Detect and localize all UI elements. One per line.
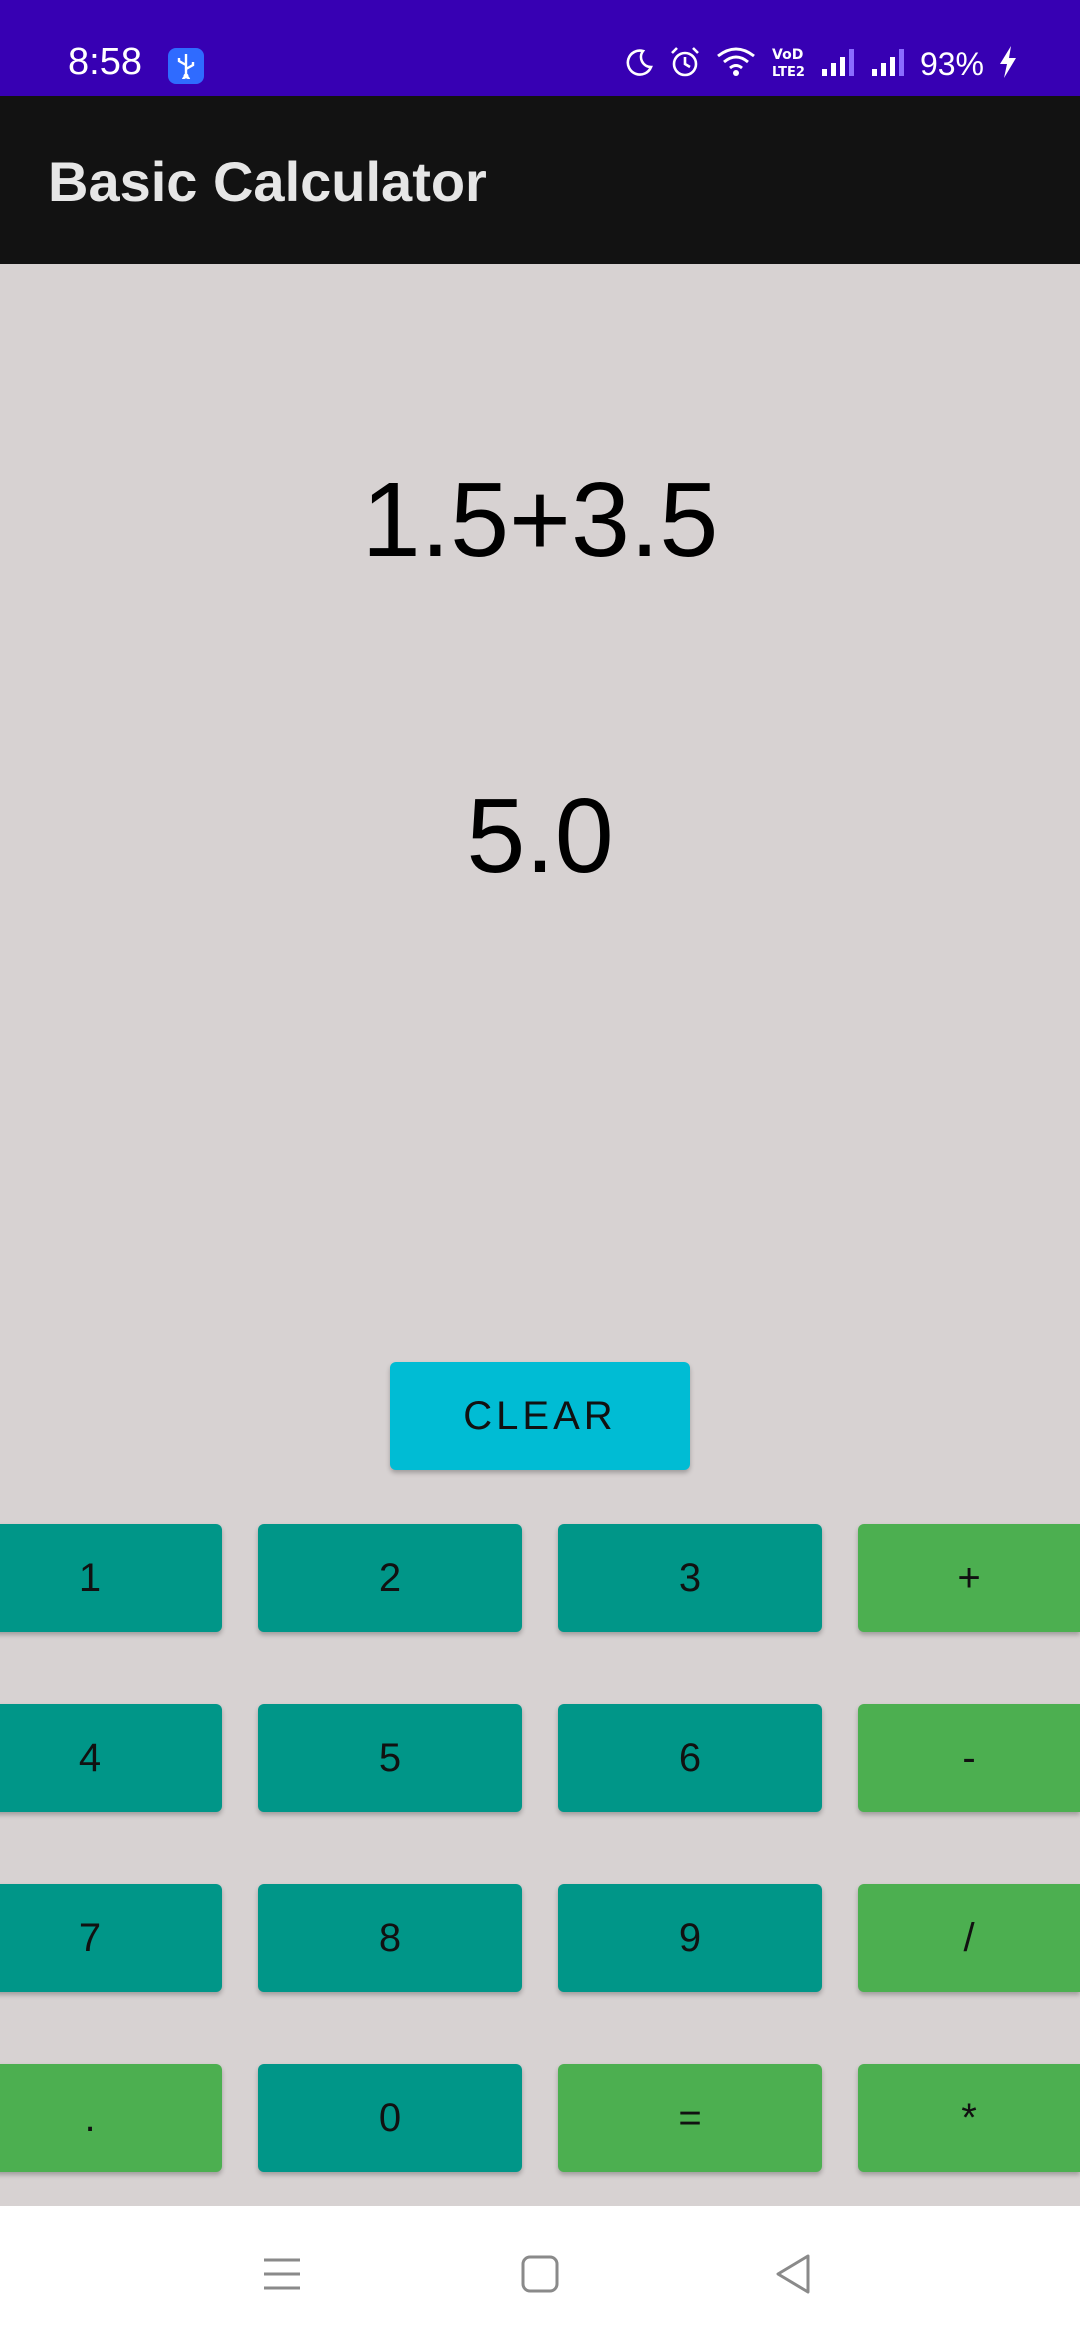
signal-icon — [820, 47, 856, 81]
bolt-icon — [998, 45, 1018, 83]
navigation-bar — [0, 2206, 1080, 2340]
status-bar: 8:58 VoD LTE2 93% — [0, 0, 1080, 96]
key-4-button[interactable]: 4 — [0, 1704, 222, 1812]
key-2-button[interactable]: 2 — [258, 1524, 522, 1632]
minus-button[interactable]: - — [858, 1704, 1080, 1812]
app-title: Basic Calculator — [48, 150, 487, 213]
key-9-button[interactable]: 9 — [558, 1884, 822, 1992]
alarm-icon — [668, 45, 702, 83]
moon-icon — [624, 47, 654, 81]
signal-icon — [870, 47, 906, 81]
key-5-button[interactable]: 5 — [258, 1704, 522, 1812]
home-icon[interactable] — [510, 2244, 570, 2304]
plus-button[interactable]: + — [858, 1524, 1080, 1632]
key-1-button[interactable]: 1 — [0, 1524, 222, 1632]
menu-icon[interactable] — [252, 2244, 312, 2304]
status-icons: VoD LTE2 93% — [624, 42, 1018, 86]
equals-button[interactable]: = — [558, 2064, 822, 2172]
app-bar: Basic Calculator — [0, 96, 1080, 264]
expression-display: 1.5+3.5 — [361, 461, 719, 579]
key-0-button[interactable]: 0 — [258, 2064, 522, 2172]
result-display: 5.0 — [466, 777, 614, 895]
key-6-button[interactable]: 6 — [558, 1704, 822, 1812]
key-3-button[interactable]: 3 — [558, 1524, 822, 1632]
multiply-button[interactable]: * — [858, 2064, 1080, 2172]
clear-button[interactable]: CLEAR — [390, 1362, 690, 1470]
back-icon[interactable] — [764, 2244, 824, 2304]
status-time: 8:58 — [68, 41, 142, 83]
battery-level: 93% — [919, 45, 984, 82]
calculator-body: 1.5+3.5 5.0 CLEAR 1 2 3 + 4 5 6 - 7 8 9 … — [0, 264, 1080, 2206]
volte-icon: VoD LTE2 — [770, 45, 806, 83]
key-7-button[interactable]: 7 — [0, 1884, 222, 1992]
svg-text:LTE2: LTE2 — [772, 65, 805, 79]
svg-text:VoD: VoD — [772, 47, 803, 63]
divide-button[interactable]: / — [858, 1884, 1080, 1992]
decimal-button[interactable]: . — [0, 2064, 222, 2172]
wifi-icon — [716, 46, 756, 82]
key-8-button[interactable]: 8 — [258, 1884, 522, 1992]
usb-icon — [168, 48, 204, 84]
